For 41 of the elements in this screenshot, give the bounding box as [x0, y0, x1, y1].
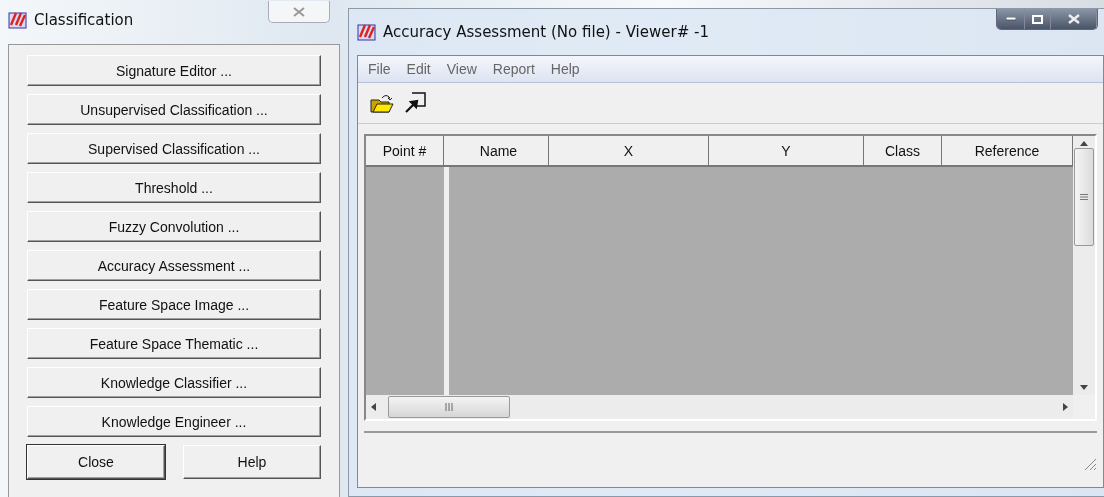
menu-button[interactable]: Knowledge Classifier ... — [27, 367, 321, 398]
menu-button[interactable]: Accuracy Assessment ... — [27, 250, 321, 281]
window-title: Classification — [34, 11, 134, 29]
maximize-icon — [1032, 14, 1043, 24]
select-point-button[interactable] — [404, 92, 426, 114]
close-icon — [292, 6, 306, 17]
window-title: Accuracy Assessment (No file) - Viewer# -1 — [383, 23, 709, 41]
scroll-thumb[interactable] — [1074, 148, 1094, 246]
help-button[interactable]: Help — [183, 445, 321, 479]
menu-button[interactable]: Feature Space Image ... — [27, 289, 321, 320]
minimize-icon — [1005, 17, 1016, 21]
menu-button[interactable]: Feature Space Thematic ... — [27, 328, 321, 359]
menu-button[interactable]: Supervised Classification ... — [27, 133, 321, 164]
menu-item[interactable]: Edit — [406, 61, 431, 77]
app-logo-icon — [8, 11, 28, 29]
close-icon — [1066, 14, 1081, 24]
menu-button[interactable]: Signature Editor ... — [27, 55, 321, 86]
scroll-left-icon[interactable] — [370, 403, 378, 411]
vertical-scrollbar[interactable] — [1073, 136, 1095, 395]
menu-button[interactable]: Knowledge Engineer ... — [27, 406, 321, 437]
arrow-in-box-icon — [404, 92, 426, 114]
menu-item[interactable]: View — [446, 61, 477, 77]
grip-icon — [1080, 194, 1088, 200]
scroll-down-icon[interactable] — [1080, 383, 1088, 391]
menu-item[interactable]: File — [368, 61, 391, 77]
app-logo-icon — [357, 23, 377, 41]
open-button[interactable] — [370, 93, 394, 113]
horizontal-scrollbar[interactable] — [366, 395, 1073, 419]
menu-button[interactable]: Fuzzy Convolution ... — [27, 211, 321, 242]
maximize-button[interactable] — [1025, 9, 1051, 29]
close-button[interactable] — [1051, 9, 1097, 29]
scroll-thumb[interactable] — [388, 396, 510, 418]
menu-item[interactable]: Help — [550, 61, 580, 77]
menu-button[interactable]: Threshold ... — [27, 172, 321, 203]
menu-item[interactable]: Report — [492, 61, 535, 77]
menu-button[interactable]: Unsupervised Classification ... — [27, 94, 321, 125]
close-button[interactable]: Close — [27, 445, 165, 479]
folder-icon — [370, 93, 394, 113]
minimize-button[interactable] — [997, 9, 1025, 29]
scroll-right-icon[interactable] — [1061, 403, 1069, 411]
grip-icon — [445, 403, 453, 411]
